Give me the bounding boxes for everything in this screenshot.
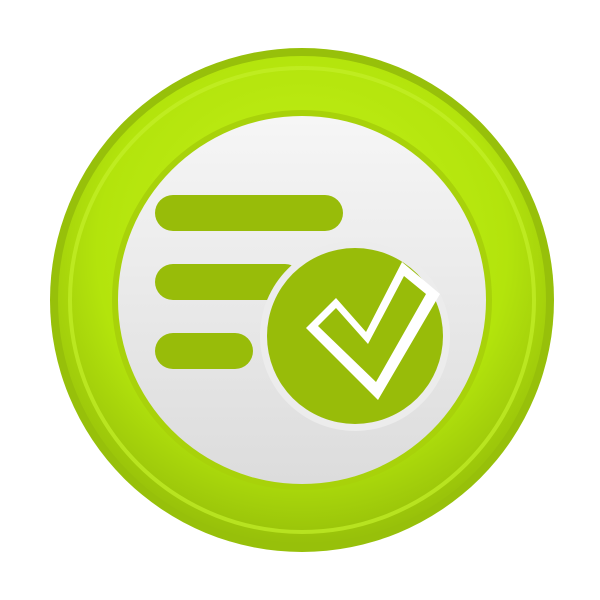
check-badge-icon	[260, 241, 450, 431]
list-line-3	[155, 333, 253, 369]
list-line-1	[155, 195, 343, 231]
app-icon-canvas	[0, 0, 600, 600]
task-list-check-icon	[50, 48, 554, 552]
